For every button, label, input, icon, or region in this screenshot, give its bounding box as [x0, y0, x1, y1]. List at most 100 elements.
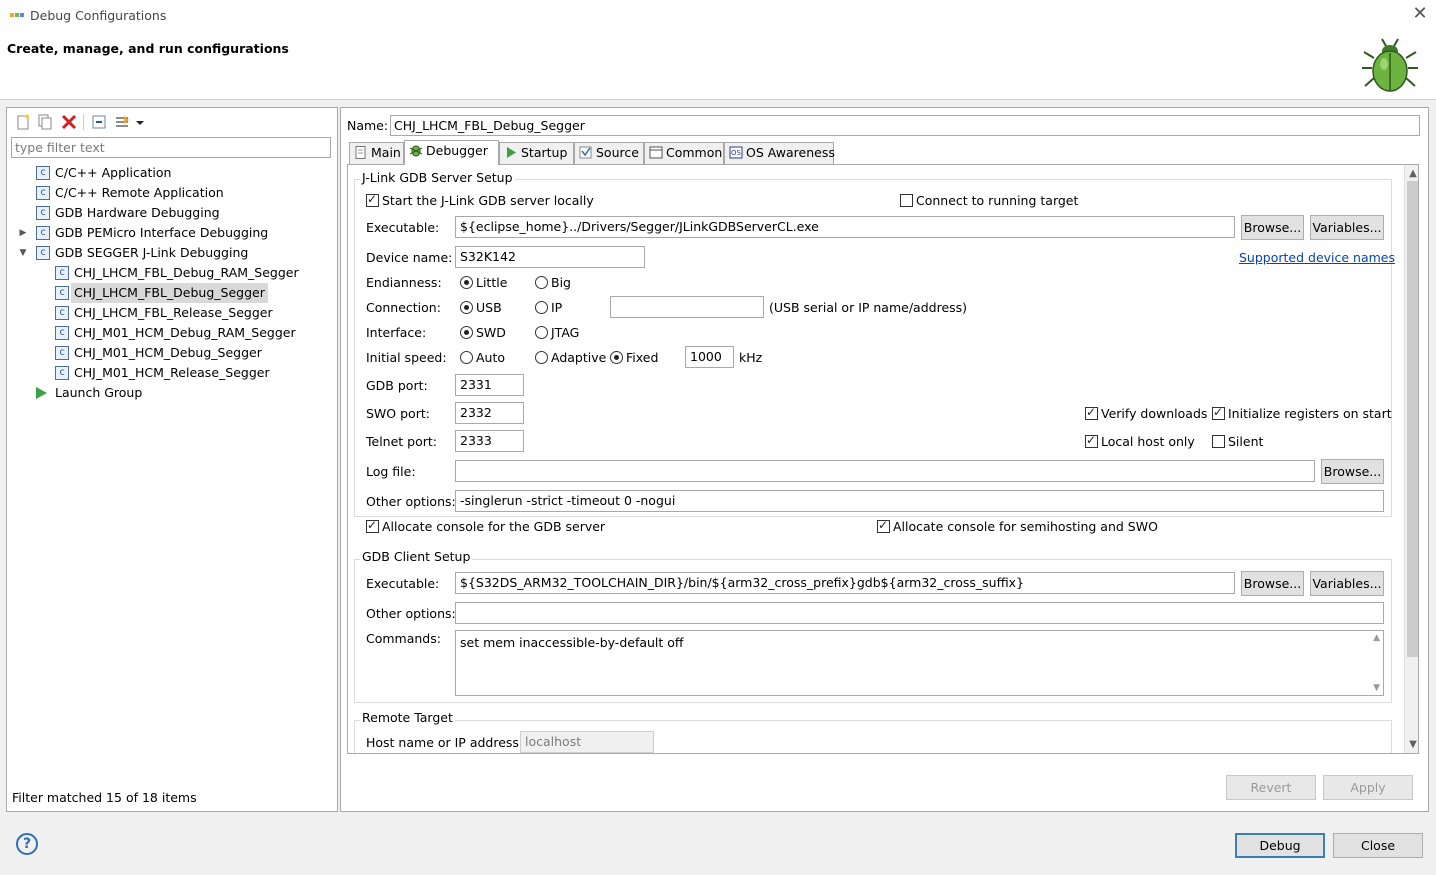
swo-port-input[interactable]: 2332: [455, 402, 524, 424]
scroll-up-icon[interactable]: ▲: [1405, 168, 1418, 179]
speed-unit: kHz: [739, 350, 763, 365]
log-file-label: Log file:: [366, 464, 416, 479]
tab-source[interactable]: Source: [574, 142, 644, 164]
server-variables-button[interactable]: Variables...: [1310, 215, 1384, 240]
chevron-down-icon[interactable]: ▼: [17, 243, 29, 263]
interface-jtag-radio[interactable]: JTAG: [535, 325, 579, 340]
configuration-tree-panel: C/C++ Application C/C++ Remote Applicatio…: [6, 107, 338, 812]
allocate-semihosting-console-checkbox[interactable]: Allocate console for semihosting and SWO: [877, 518, 1158, 534]
log-browse-button[interactable]: Browse...: [1321, 459, 1384, 484]
endian-big-radio[interactable]: Big: [535, 275, 571, 290]
close-icon[interactable]: ✕: [1410, 4, 1430, 24]
connection-address-input[interactable]: [610, 296, 764, 318]
gdb-port-input[interactable]: 2331: [455, 374, 524, 396]
speed-fixed-radio[interactable]: Fixed: [610, 350, 658, 365]
window-title: Debug Configurations: [30, 8, 167, 23]
host-input[interactable]: localhost: [520, 731, 654, 753]
telnet-port-input[interactable]: 2333: [455, 430, 524, 452]
speed-adaptive-radio[interactable]: Adaptive: [535, 350, 606, 365]
silent-checkbox[interactable]: Silent: [1212, 434, 1263, 449]
scroll-down-icon[interactable]: ▼: [1405, 739, 1418, 750]
c-config-icon: [36, 163, 50, 183]
allocate-gdb-console-checkbox[interactable]: Allocate console for the GDB server: [366, 518, 605, 534]
speed-value-input[interactable]: 1000: [685, 346, 734, 368]
duplicate-icon[interactable]: [37, 114, 53, 130]
tab-os-awareness[interactable]: OS OS Awareness: [724, 142, 835, 164]
close-button[interactable]: Close: [1333, 833, 1423, 858]
tree-item-label: CHJ_M01_HCM_Debug_RAM_Segger: [74, 325, 296, 340]
client-other-options-label: Other options:: [366, 606, 456, 621]
collapse-all-icon[interactable]: [91, 114, 107, 130]
connection-usb-radio[interactable]: USB: [460, 300, 502, 315]
commands-label: Commands:: [366, 631, 441, 646]
filter-input[interactable]: [11, 137, 331, 158]
device-name-label: Device name:: [366, 250, 453, 265]
tree-item-label: CHJ_LHCM_FBL_Debug_Segger: [71, 283, 268, 303]
initial-speed-label: Initial speed:: [366, 350, 447, 365]
client-other-options-input[interactable]: [455, 602, 1384, 624]
c-config-icon: [55, 323, 69, 343]
connection-hint: (USB serial or IP name/address): [769, 300, 968, 315]
textarea-scroll-down-icon[interactable]: ▼: [1373, 683, 1380, 693]
scrollbar-thumb[interactable]: [1407, 181, 1418, 657]
local-host-only-checkbox[interactable]: Local host only: [1085, 433, 1195, 449]
tab-common[interactable]: Common: [644, 142, 724, 164]
view-menu-chevron-down-icon[interactable]: [135, 114, 145, 130]
content-scrollbar[interactable]: ▲ ▼: [1404, 165, 1418, 753]
app-logo-icon: [10, 13, 24, 17]
connection-ip-radio[interactable]: IP: [535, 300, 562, 315]
server-browse-button[interactable]: Browse...: [1241, 215, 1304, 240]
filter-icon[interactable]: [115, 114, 131, 130]
tree-item-label: Launch Group: [55, 385, 143, 400]
apply-button[interactable]: Apply: [1323, 775, 1413, 800]
tab-source-label: Source: [596, 145, 639, 160]
debugger-tab-content: J-Link GDB Server Setup Start the J-Link…: [347, 164, 1419, 754]
debug-bug-icon: [1362, 38, 1418, 92]
telnet-port-label: Telnet port:: [366, 434, 437, 449]
server-executable-input[interactable]: ${eclipse_home}../Drivers/Segger/JLinkGD…: [455, 216, 1235, 238]
speed-auto-radio[interactable]: Auto: [460, 350, 505, 365]
c-config-icon: [55, 343, 69, 363]
verify-downloads-checkbox[interactable]: Verify downloads: [1085, 405, 1207, 421]
source-tab-icon: [579, 146, 592, 159]
debug-button[interactable]: Debug: [1235, 833, 1325, 858]
new-configuration-icon[interactable]: [15, 114, 31, 130]
interface-swd-radio[interactable]: SWD: [460, 325, 506, 340]
device-name-input[interactable]: S32K142: [455, 246, 645, 268]
tab-common-label: Common: [666, 145, 723, 160]
dialog-header: Create, manage, and run configurations: [0, 30, 1436, 100]
delete-icon[interactable]: [61, 114, 77, 130]
launch-group-icon: [36, 387, 47, 399]
tab-debugger[interactable]: Debugger: [404, 140, 499, 165]
client-variables-button[interactable]: Variables...: [1310, 571, 1384, 596]
tree-item-label: GDB PEMicro Interface Debugging: [55, 225, 269, 240]
commands-textarea[interactable]: set mem inaccessible-by-default off ▲ ▼: [455, 630, 1384, 696]
c-config-icon: [55, 263, 69, 283]
gdb-client-group-title: GDB Client Setup: [360, 549, 473, 564]
revert-button[interactable]: Revert: [1226, 775, 1316, 800]
client-executable-input[interactable]: ${S32DS_ARM32_TOOLCHAIN_DIR}/bin/${arm32…: [455, 572, 1235, 594]
configuration-name-input[interactable]: CHJ_LHCM_FBL_Debug_Segger: [390, 115, 1420, 136]
help-icon[interactable]: ?: [16, 833, 38, 855]
tree-item-label: C/C++ Remote Application: [55, 185, 224, 200]
log-file-input[interactable]: [455, 460, 1315, 482]
dialog-heading: Create, manage, and run configurations: [7, 41, 289, 56]
common-tab-icon: [649, 146, 663, 159]
filter-status: Filter matched 15 of 18 items: [12, 790, 197, 805]
chevron-right-icon[interactable]: ▶: [17, 223, 29, 243]
tab-main[interactable]: Main: [349, 142, 404, 164]
init-registers-checkbox[interactable]: Initialize registers on start: [1212, 405, 1392, 421]
connection-label: Connection:: [366, 300, 441, 315]
tree-item-label: GDB Hardware Debugging: [55, 205, 220, 220]
endian-little-radio[interactable]: Little: [460, 275, 507, 290]
server-other-options-input[interactable]: -singlerun -strict -timeout 0 -nogui: [455, 490, 1384, 512]
start-server-locally-checkbox[interactable]: Start the J-Link GDB server locally: [366, 192, 594, 208]
host-label: Host name or IP address:: [366, 735, 524, 750]
textarea-scroll-up-icon[interactable]: ▲: [1373, 633, 1380, 643]
endianness-label: Endianness:: [366, 275, 442, 290]
client-browse-button[interactable]: Browse...: [1241, 571, 1304, 596]
tab-startup[interactable]: Startup: [499, 142, 574, 164]
tree-item-label: CHJ_M01_HCM_Debug_Segger: [74, 345, 262, 360]
supported-devices-link[interactable]: Supported device names: [1239, 250, 1395, 265]
connect-running-target-checkbox[interactable]: Connect to running target: [900, 193, 1078, 208]
